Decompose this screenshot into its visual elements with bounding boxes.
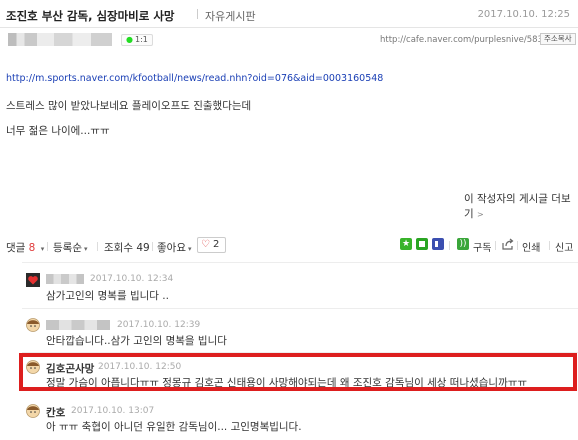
comment-text: 아 ㅠㅠ 축협이 아니던 유일한 감독님이... 고인명복빕니다. <box>46 421 302 433</box>
rss-icon[interactable]: )) <box>457 238 469 250</box>
post-title: 조진호 부산 감독, 심장마비로 사망 <box>6 9 175 23</box>
highlight-box <box>19 353 577 391</box>
toolbar-divider <box>549 241 550 250</box>
caret-down-icon: ▾ <box>187 245 192 253</box>
toolbar-divider <box>449 241 450 250</box>
toolbar-divider <box>495 241 496 250</box>
toolbar-divider <box>152 242 153 251</box>
cafe-url[interactable]: http://cafe.naver.com/purplesnive/583 <box>380 35 543 45</box>
print-button[interactable]: 인쇄 <box>522 239 540 254</box>
copy-url-button[interactable]: 주소복사 <box>540 33 576 45</box>
views-count: 49 <box>136 242 150 254</box>
post-header: 조진호 부산 감독, 심장마비로 사망 자유게시판 2017.10.10. 12… <box>0 0 578 28</box>
chat-count: 1:1 <box>134 35 148 44</box>
green-share-icon[interactable] <box>416 238 428 250</box>
chevron-right-icon: > <box>477 210 484 219</box>
post-date: 2017.10.10. 12:25 <box>477 9 570 20</box>
heart-icon: ♡ <box>201 239 210 250</box>
sort-label: 등록순 <box>53 242 82 254</box>
subscribe-button[interactable]: 구독 <box>473 239 491 254</box>
likes-dropdown[interactable]: 좋아요 ▾ <box>157 240 192 255</box>
avatar-icon <box>26 318 40 332</box>
commenter-name-blurred[interactable] <box>46 274 84 284</box>
more-posts-link[interactable]: 이 작성자의 게시글 더보기 > <box>464 191 578 221</box>
share-icon[interactable] <box>502 238 514 250</box>
blue-share-icon[interactable] <box>432 238 444 250</box>
comment-text: 삼가고인의 명복를 빕니다 .. <box>46 290 169 302</box>
comments-label: 댓글 <box>6 242 26 254</box>
comments-tab[interactable]: 댓글 8 ▾ <box>6 240 44 255</box>
post-paragraph-2: 너무 젊은 나이에...ㅠㅠ <box>6 125 110 137</box>
toolbar-divider <box>97 242 98 251</box>
views-label: 조회수 <box>104 242 133 254</box>
commenter-name-blurred[interactable] <box>46 320 110 330</box>
avatar-icon <box>26 404 40 418</box>
comment-date: 2017.10.10. 13:07 <box>71 406 155 416</box>
report-button[interactable]: 신고 <box>555 239 573 254</box>
sort-dropdown[interactable]: 등록순 ▾ <box>53 240 88 255</box>
comment-text: 안타깝습니다..삼가 고인의 명복을 빕니다 <box>46 335 227 347</box>
like-button[interactable]: ♡ 2 <box>197 237 226 253</box>
caret-down-icon: ▾ <box>40 245 45 253</box>
board-link[interactable]: 자유게시판 <box>205 8 256 24</box>
comment-date: 2017.10.10. 12:39 <box>117 320 201 330</box>
star-share-icon[interactable]: ★ <box>400 238 412 250</box>
views: 조회수 49 <box>104 240 150 255</box>
caret-down-icon: ▾ <box>83 245 88 253</box>
header-divider <box>197 9 198 19</box>
comment-divider <box>22 308 578 309</box>
like-count: 2 <box>212 239 220 250</box>
commenter-name[interactable]: 칸호 <box>46 405 65 420</box>
author-row: ● 1:1 http://cafe.naver.com/purplesnive/5… <box>0 30 578 50</box>
comments-count: 8 <box>28 242 36 254</box>
chat-badge[interactable]: ● 1:1 <box>121 34 153 46</box>
post-paragraph-1: 스트레스 많이 받았나보네요 플레이오프도 진출했다는데 <box>6 100 252 112</box>
author-name-blurred[interactable] <box>8 33 112 46</box>
comment-date: 2017.10.10. 12:34 <box>90 274 174 284</box>
toolbar-divider <box>517 241 518 250</box>
chat-icon: ● <box>126 35 133 44</box>
toolbar-divider <box>47 242 48 251</box>
article-link[interactable]: http://m.sports.naver.com/kfootball/news… <box>6 73 383 84</box>
likes-label: 좋아요 <box>157 242 186 254</box>
comments-top-divider <box>22 262 578 263</box>
avatar-icon <box>26 273 40 287</box>
